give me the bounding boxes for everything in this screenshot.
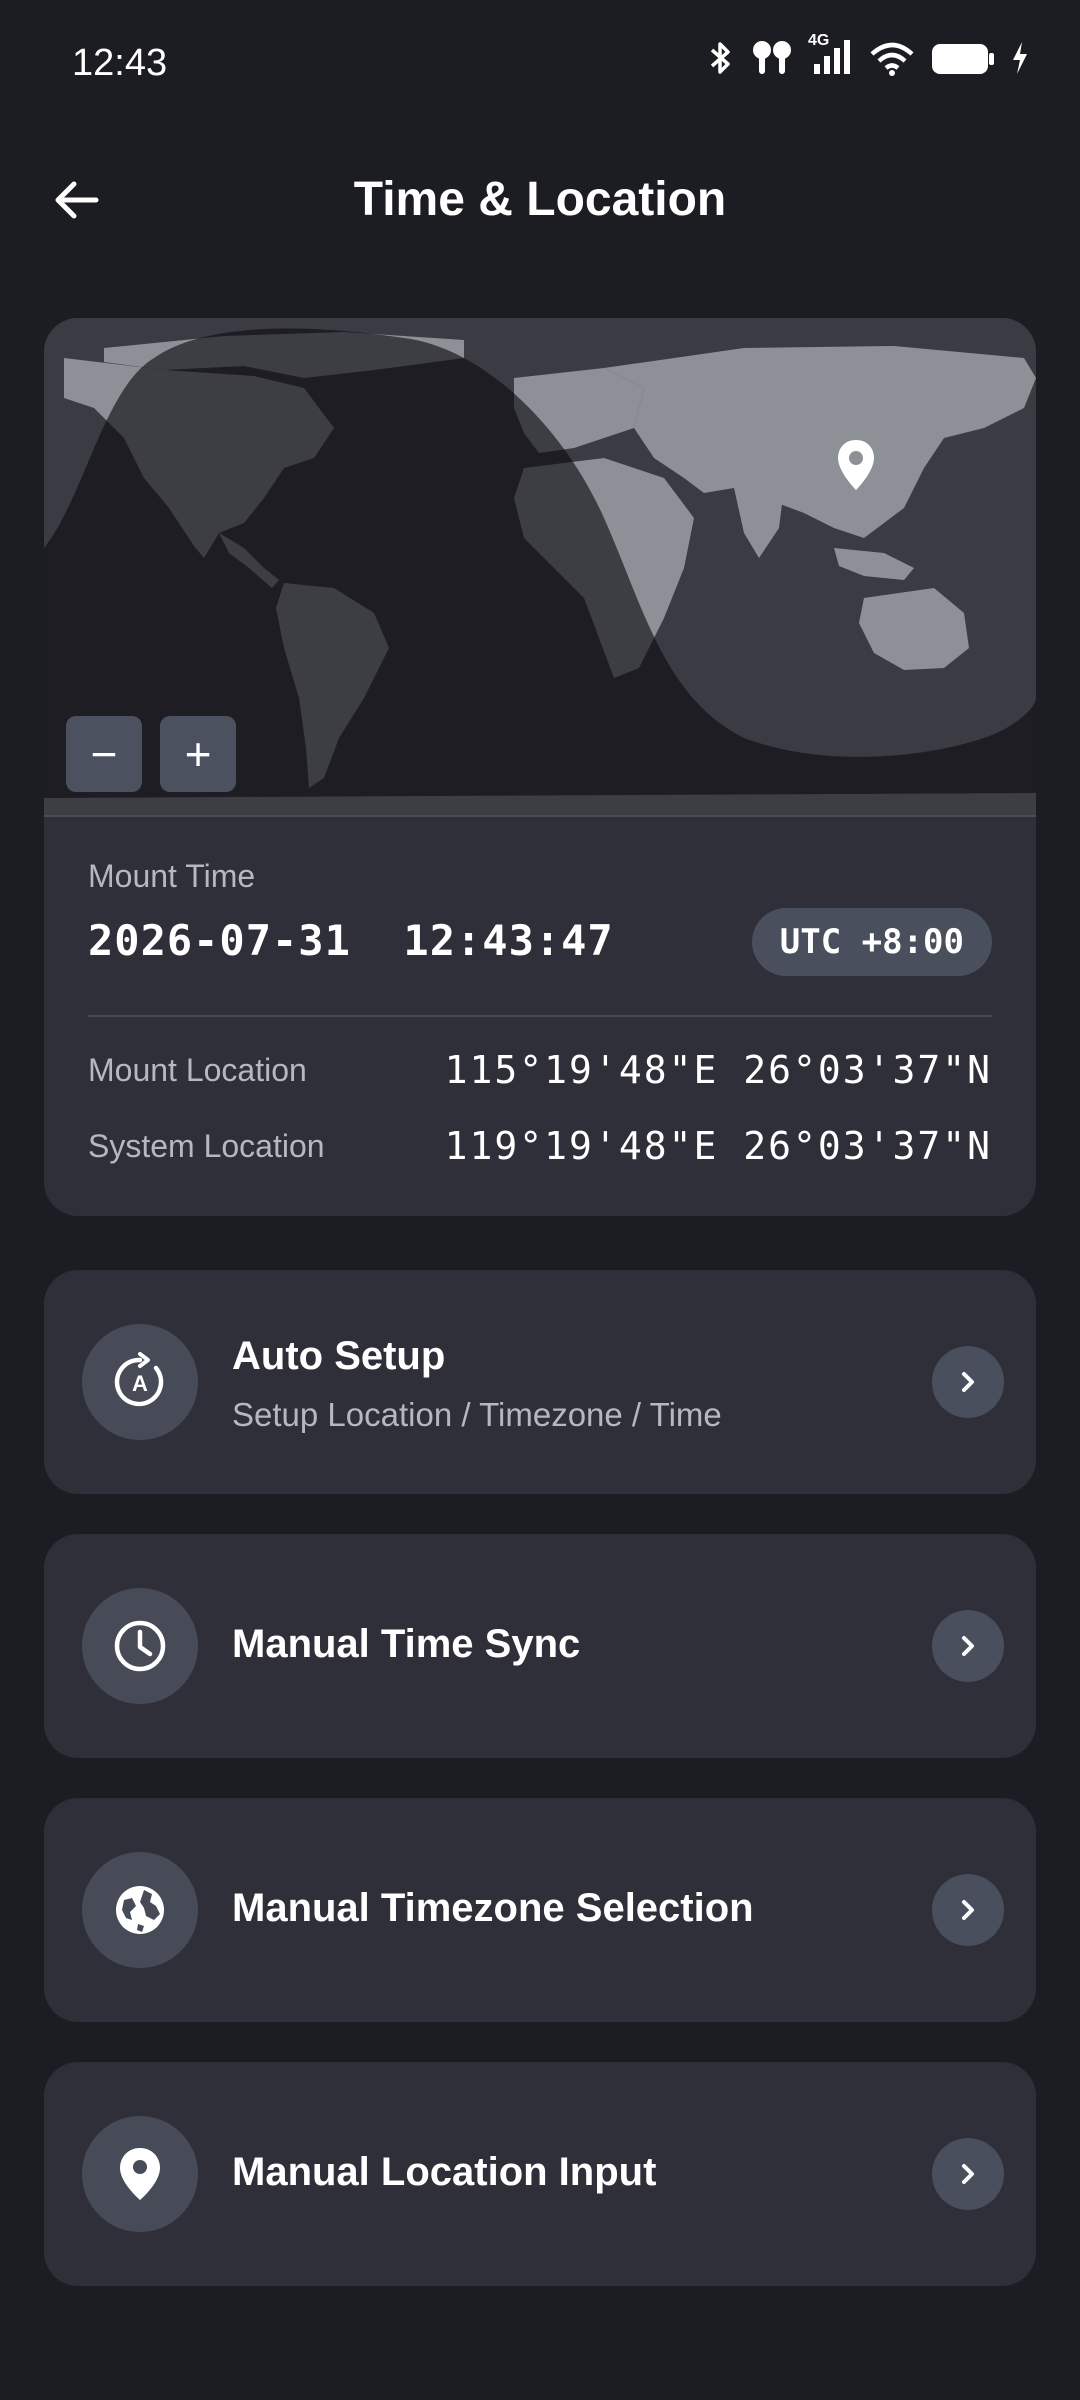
map-divider [44, 815, 1036, 817]
bluetooth-icon [706, 38, 736, 78]
mount-location-value: 115°19'48"E 26°03'37"N [444, 1048, 992, 1092]
network-type-label: 4G [808, 32, 830, 49]
status-time: 12:43 [72, 42, 168, 84]
zoom-out-button[interactable]: − [66, 716, 142, 792]
clock-icon [82, 1588, 198, 1704]
mount-location-row: Mount Location 115°19'48"E 26°03'37"N [88, 1048, 992, 1098]
wifi-icon [868, 38, 916, 78]
system-location-value: 119°19'48"E 26°03'37"N [444, 1124, 992, 1168]
status-icons: 4G [706, 32, 1030, 78]
location-pin-icon [82, 2116, 198, 2232]
signal-4g-icon: 4G [808, 32, 854, 78]
chevron-right-icon [932, 1610, 1004, 1682]
manual-time-sync-item[interactable]: Manual Time Sync [44, 1534, 1036, 1758]
manual-location-title: Manual Location Input [232, 2150, 657, 2194]
battery-icon [930, 38, 996, 78]
mount-location-label: Mount Location [88, 1052, 307, 1088]
chevron-right-icon [932, 2138, 1004, 2210]
manual-timezone-item[interactable]: Manual Timezone Selection [44, 1798, 1036, 2022]
zoom-in-button[interactable]: + [160, 716, 236, 792]
status-bar: 12:43 4G [0, 0, 1080, 130]
auto-setup-title: Auto Setup [232, 1334, 446, 1378]
charging-icon [1010, 38, 1030, 78]
world-map[interactable]: − + [44, 318, 1036, 816]
earbuds-icon [750, 38, 794, 78]
time-location-card: − + Mount Time 2026-07-31 12:43:47 UTC +… [44, 318, 1036, 1216]
system-location-row: System Location 119°19'48"E 26°03'37"N [88, 1124, 992, 1174]
manual-timezone-title: Manual Timezone Selection [232, 1886, 754, 1930]
mount-time-label: Mount Time [88, 858, 256, 894]
globe-icon [82, 1852, 198, 1968]
chevron-right-icon [932, 1346, 1004, 1418]
timezone-badge: UTC +8:00 [751, 908, 992, 976]
system-location-label: System Location [88, 1128, 325, 1164]
page-title: Time & Location [353, 173, 727, 226]
chevron-right-icon [932, 1874, 1004, 1946]
card-divider [88, 1015, 992, 1017]
manual-location-item[interactable]: Manual Location Input [44, 2062, 1036, 2286]
svg-text:A: A [132, 1371, 148, 1396]
auto-setup-subtitle: Setup Location / Timezone / Time [232, 1396, 722, 1433]
mount-time-value: 2026-07-31 12:43:47 [88, 916, 614, 965]
manual-time-sync-title: Manual Time Sync [232, 1622, 581, 1666]
auto-setup-item[interactable]: A Auto Setup Setup Location / Timezone /… [44, 1270, 1036, 1494]
header: Time & Location [0, 150, 1080, 250]
auto-setup-icon: A [82, 1324, 198, 1440]
